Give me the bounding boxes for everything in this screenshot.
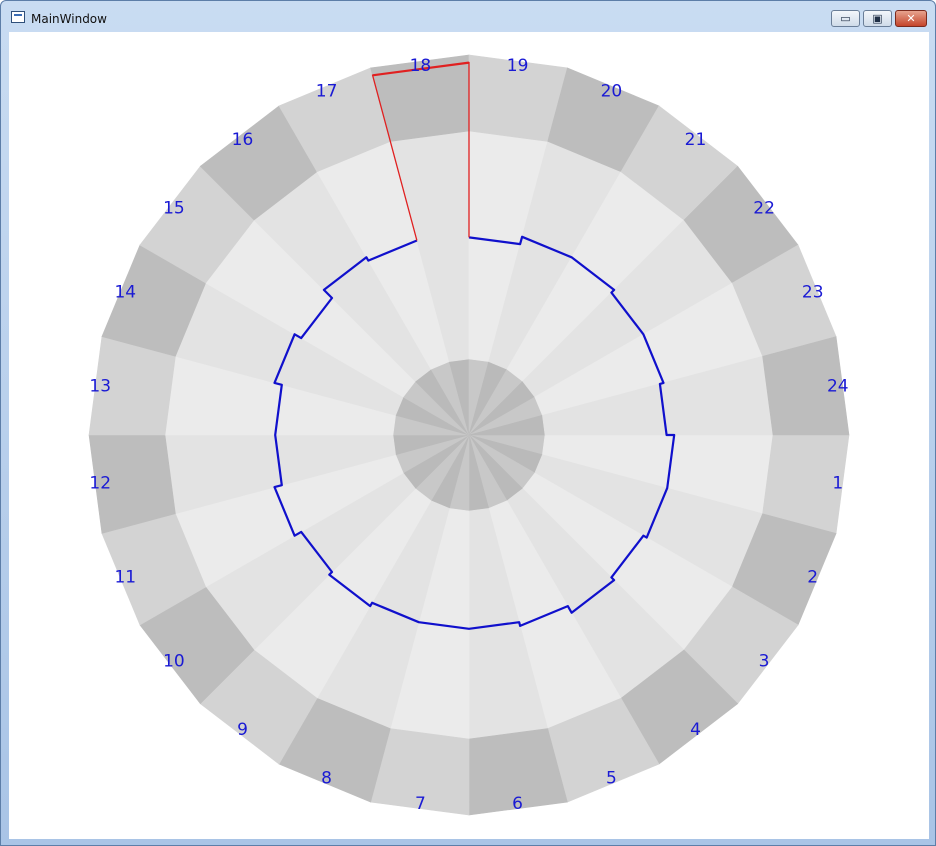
angle-label-3: 3 bbox=[759, 652, 770, 672]
angle-label-19: 19 bbox=[507, 56, 529, 76]
main-window: MainWindow ▭ ▣ ✕ 1 2 3 4 5 6 7 8 9 10 11 12 13 14 15 16… bbox=[0, 0, 936, 846]
angle-label-11: 11 bbox=[114, 567, 136, 587]
angle-label-4: 4 bbox=[690, 720, 701, 740]
angle-label-10: 10 bbox=[163, 652, 185, 672]
maximize-button[interactable]: ▣ bbox=[863, 10, 892, 27]
angle-label-2: 2 bbox=[807, 567, 818, 587]
angle-label-22: 22 bbox=[753, 199, 775, 219]
title-bar[interactable]: MainWindow ▭ ▣ ✕ bbox=[1, 1, 935, 33]
angle-label-12: 12 bbox=[89, 474, 111, 494]
angle-label-24: 24 bbox=[827, 376, 849, 396]
radial-chart: 123456789101112131415161718 192021222324 bbox=[88, 54, 850, 816]
angle-label-1: 1 bbox=[832, 474, 843, 494]
angle-label-14: 14 bbox=[114, 283, 136, 303]
angle-label-20: 20 bbox=[601, 81, 623, 101]
close-button[interactable]: ✕ bbox=[895, 10, 927, 27]
client-area: 1 2 3 4 5 6 7 8 9 10 11 12 13 14 15 16 17 18 19 20 21 22 23 24 bbox=[9, 32, 929, 839]
angle-label-15: 15 bbox=[163, 199, 185, 219]
angle-label-16: 16 bbox=[232, 130, 254, 150]
window-title: MainWindow bbox=[31, 12, 107, 26]
angle-label-5: 5 bbox=[606, 769, 617, 789]
angle-label-7: 7 bbox=[415, 794, 426, 814]
minimize-button[interactable]: ▭ bbox=[831, 10, 860, 27]
angle-label-23: 23 bbox=[802, 283, 824, 303]
angle-label-9: 9 bbox=[237, 720, 248, 740]
angle-label-18: 18 bbox=[410, 56, 432, 76]
angle-label-21: 21 bbox=[685, 130, 707, 150]
angle-label-8: 8 bbox=[321, 769, 332, 789]
app-icon bbox=[11, 11, 25, 23]
angle-label-6: 6 bbox=[512, 794, 523, 814]
angle-label-13: 13 bbox=[89, 376, 111, 396]
angle-label-17: 17 bbox=[316, 81, 338, 101]
